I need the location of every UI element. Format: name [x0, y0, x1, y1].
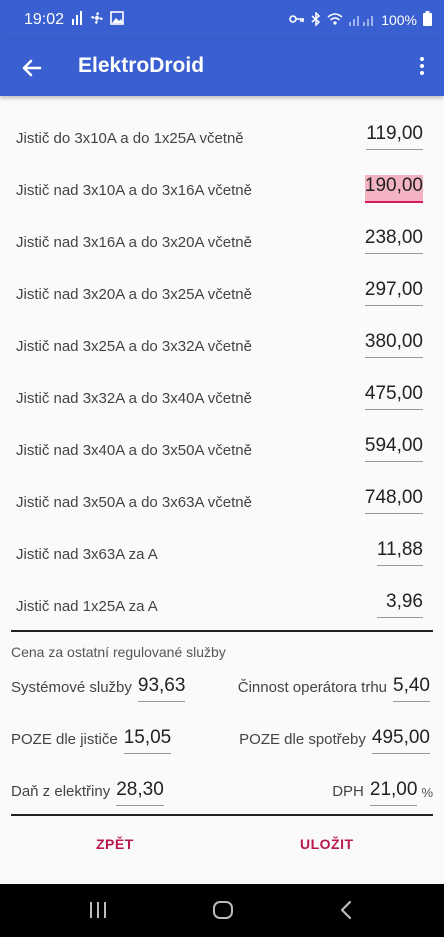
poze-consumption-field: POZE dle spotřeby 495,00: [239, 724, 430, 754]
section-title: Cena za ostatní regulované služby: [11, 644, 226, 660]
tariff-value-input[interactable]: 380,00: [364, 331, 423, 358]
system-services-input[interactable]: 93,63: [137, 675, 186, 702]
tariff-form: Jistič do 3x10A a do 1x25A včetně 119,00…: [0, 96, 444, 884]
electricity-tax-input[interactable]: 28,30: [116, 779, 164, 806]
save-button[interactable]: ULOŽIT: [300, 836, 354, 852]
battery-icon: [423, 11, 432, 29]
tariff-row: Jistič nad 3x63A za A 11,88: [0, 529, 444, 581]
battery-percent: 100%: [381, 12, 417, 28]
tariff-label: Jistič nad 3x10A a do 3x16A včetně: [16, 182, 252, 199]
tariff-value-input[interactable]: 3,96: [377, 591, 423, 618]
overflow-menu-icon[interactable]: [414, 54, 430, 82]
tariff-label: Jistič nad 3x25A a do 3x32A včetně: [16, 338, 252, 355]
back-button[interactable]: ZPĚT: [96, 836, 134, 852]
app-title: ElektroDroid: [78, 54, 205, 77]
tariff-row: Jistič nad 3x32A a do 3x40A včetně 475,0…: [0, 373, 444, 425]
market-operator-field: Činnost operátora trhu 5,40: [238, 672, 430, 702]
back-arrow-icon[interactable]: [18, 54, 46, 82]
system-services-label: Systémové služby: [11, 679, 132, 696]
app-bar: ElektroDroid: [0, 40, 444, 96]
vat-unit: %: [421, 785, 433, 800]
vat-field: DPH 21,00 %: [332, 776, 433, 806]
tariff-value-input-focused[interactable]: 190,00: [364, 175, 423, 203]
tariff-label: Jistič nad 3x32A a do 3x40A včetně: [16, 390, 252, 407]
poze-breaker-field: POZE dle jističe 15,05: [11, 724, 172, 754]
market-operator-label: Činnost operátora trhu: [237, 679, 388, 696]
image-icon: [110, 11, 124, 28]
poze-breaker-input[interactable]: 15,05: [123, 727, 172, 754]
vat-input[interactable]: 21,00: [369, 779, 418, 806]
market-operator-input[interactable]: 5,40: [393, 675, 430, 702]
tariff-value-input[interactable]: 748,00: [364, 487, 423, 514]
vat-label: DPH: [332, 783, 364, 800]
tariff-label: Jistič nad 3x50A a do 3x63A včetně: [16, 494, 252, 511]
tariff-label: Jistič nad 3x16A a do 3x20A včetně: [16, 234, 252, 251]
signal-bars-icon: [72, 11, 84, 28]
tariff-value-input[interactable]: 297,00: [364, 279, 423, 306]
key-icon: [289, 12, 305, 29]
recent-apps-icon[interactable]: [88, 900, 108, 925]
tariff-value-input[interactable]: 11,88: [376, 539, 423, 566]
bottom-divider: [11, 814, 433, 816]
nav-back-icon[interactable]: [338, 900, 354, 925]
tariff-row: Jistič nad 3x20A a do 3x25A včetně 297,0…: [0, 269, 444, 321]
tariff-value-input[interactable]: 594,00: [364, 435, 423, 462]
system-nav-bar: [0, 884, 444, 937]
tariff-value-input[interactable]: 475,00: [364, 383, 423, 410]
tariff-row: Jistič nad 1x25A za A 3,96: [0, 581, 444, 633]
poze-consumption-label: POZE dle spotřeby: [239, 731, 366, 748]
electricity-tax-field: Daň z elektřiny 28,30: [11, 776, 164, 806]
bluetooth-icon: [311, 10, 321, 29]
home-icon[interactable]: [212, 900, 234, 925]
tariff-value-input[interactable]: 119,00: [366, 123, 423, 150]
status-bar: 19:02 100%: [0, 0, 444, 40]
tariff-label: Jistič nad 3x40A a do 3x50A včetně: [16, 442, 252, 459]
tariff-row: Jistič nad 3x25A a do 3x32A včetně 380,0…: [0, 321, 444, 373]
poze-breaker-label: POZE dle jističe: [11, 731, 118, 748]
tariff-row: Jistič nad 3x16A a do 3x20A včetně 238,0…: [0, 217, 444, 269]
cell-signal-icon: [349, 12, 375, 29]
tariff-row: Jistič nad 3x10A a do 3x16A včetně 190,0…: [0, 165, 444, 217]
section-divider: [11, 630, 433, 632]
system-services-field: Systémové služby 93,63: [11, 672, 186, 702]
fan-icon: [90, 11, 104, 28]
tariff-row: Jistič do 3x10A a do 1x25A včetně 119,00: [0, 113, 444, 165]
tariff-label: Jistič nad 3x63A za A: [16, 546, 158, 563]
tariff-row: Jistič nad 3x40A a do 3x50A včetně 594,0…: [0, 425, 444, 477]
status-time: 19:02: [24, 11, 65, 28]
tariff-label: Jistič do 3x10A a do 1x25A včetně: [16, 130, 244, 147]
poze-consumption-input[interactable]: 495,00: [371, 727, 430, 754]
tariff-label: Jistič nad 1x25A za A: [16, 598, 158, 615]
tariff-label: Jistič nad 3x20A a do 3x25A včetně: [16, 286, 252, 303]
tariff-value-input[interactable]: 238,00: [364, 227, 423, 254]
wifi-icon: [327, 12, 343, 29]
electricity-tax-label: Daň z elektřiny: [11, 783, 111, 800]
tariff-row: Jistič nad 3x50A a do 3x63A včetně 748,0…: [0, 477, 444, 529]
